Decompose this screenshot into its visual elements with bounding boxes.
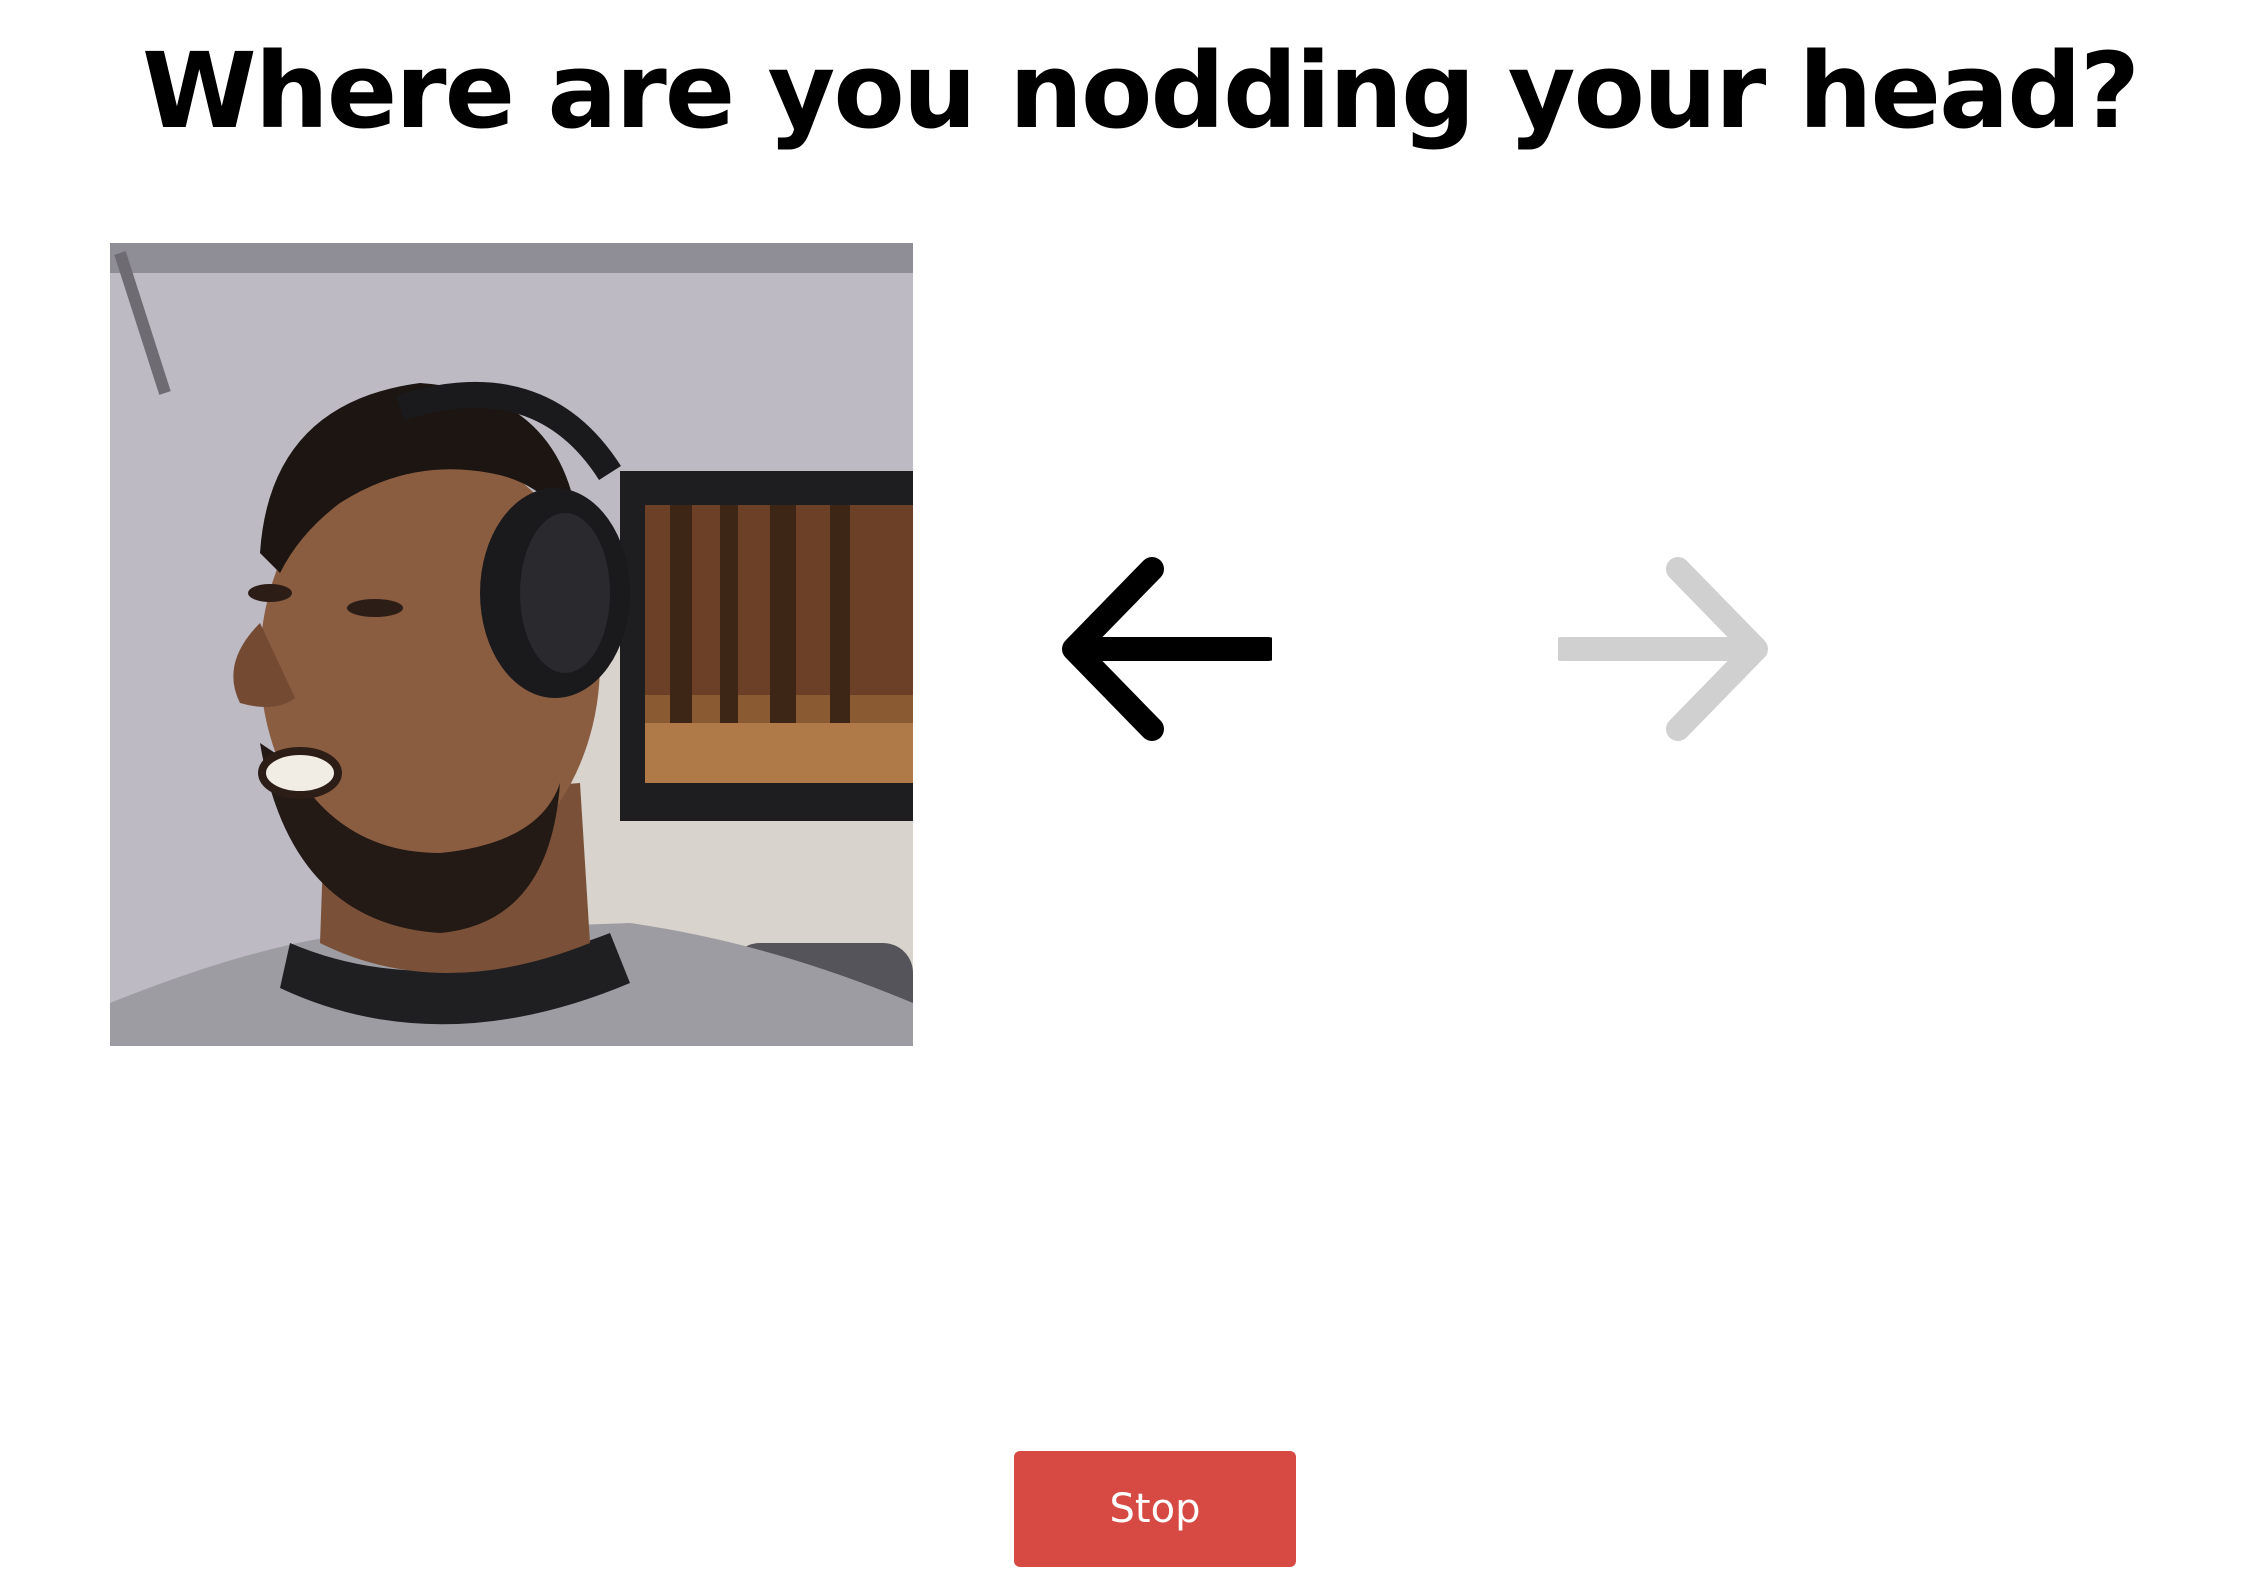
stop-button[interactable]: Stop (1014, 1451, 1296, 1567)
arrow-right-icon (1558, 538, 1778, 758)
page-title: Where are you nodding your head? (142, 30, 2140, 152)
arrow-left-icon (1052, 538, 1272, 758)
webcam-video (110, 243, 913, 1046)
webcam-frame-illustration (110, 243, 913, 1046)
